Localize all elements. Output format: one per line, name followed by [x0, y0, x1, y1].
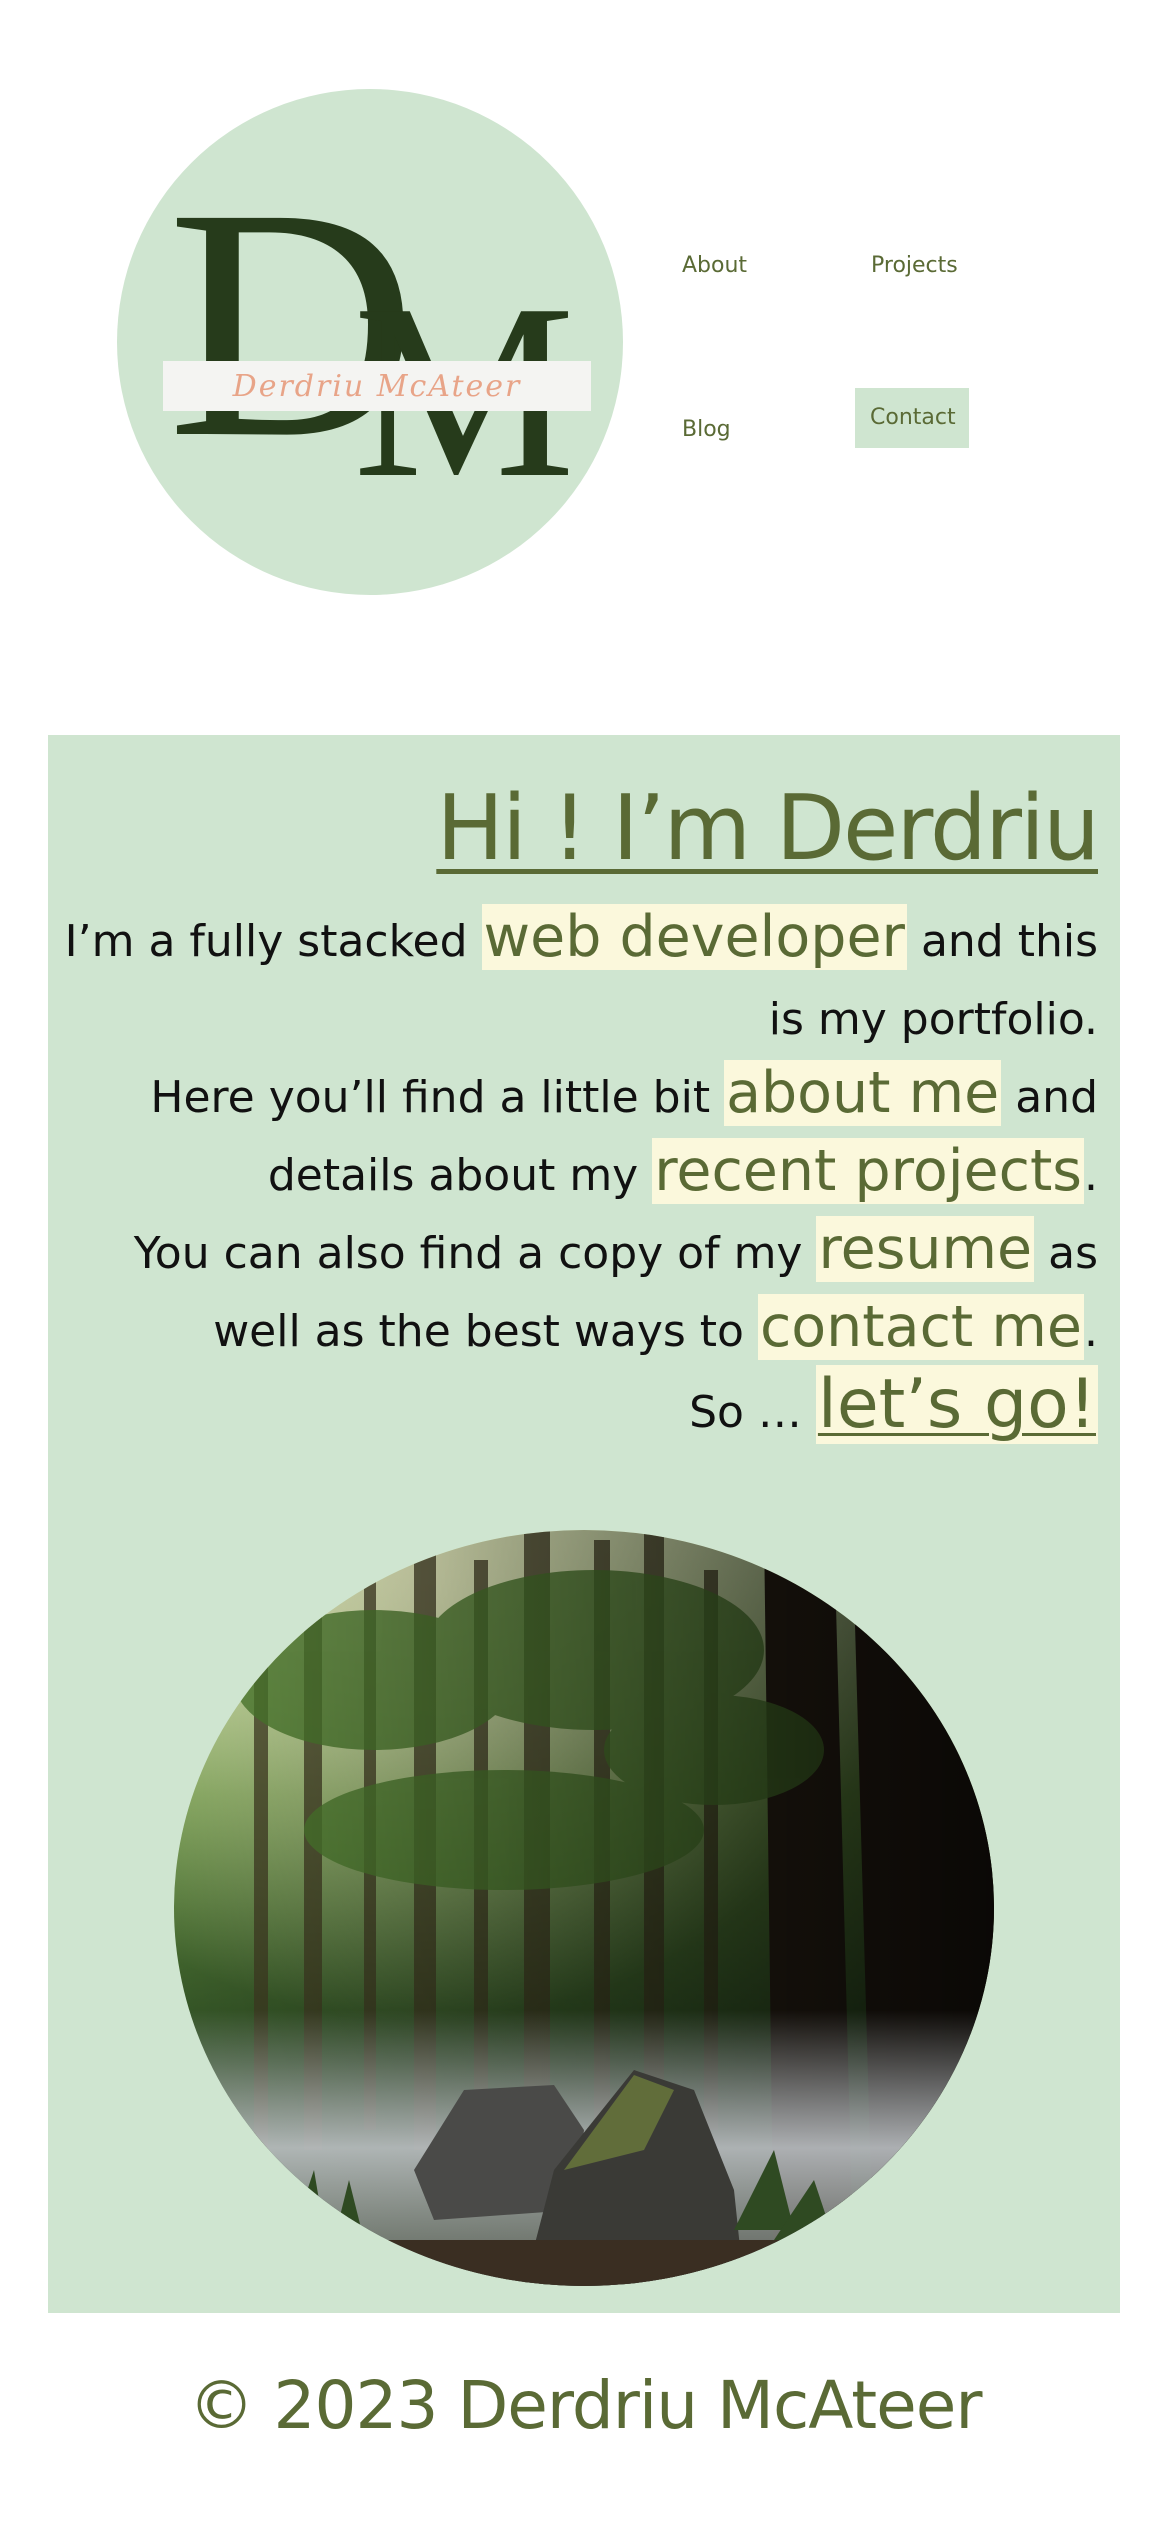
nav-link-contact[interactable]: Contact	[855, 388, 969, 448]
logo-script-name: Derdriu McAteer	[232, 368, 522, 404]
intro-line: So … let’s go!	[58, 1365, 1098, 1452]
intro-line: Here you’ll find a little bit about me a…	[58, 1059, 1098, 1137]
forest-illustration	[174, 1530, 994, 2286]
intro-line: well as the best ways to contact me.	[58, 1293, 1098, 1371]
intro-text: .	[1084, 1150, 1098, 1201]
web-developer-link[interactable]: web developer	[481, 904, 907, 970]
hero-section: Hi ! I’m Derdriu I’m a fully stacked web…	[48, 735, 1120, 2313]
intro-line: You can also find a copy of my resume as	[58, 1215, 1098, 1293]
intro-line: I’m a fully stacked web developer and th…	[58, 903, 1098, 981]
footer: © 2023 Derdriu McAteer	[0, 2345, 1170, 2465]
header: D M Derdriu McAteer About Projects Blog …	[0, 0, 1170, 700]
about-me-link[interactable]: about me	[724, 1060, 1002, 1126]
logo-name-banner: Derdriu McAteer	[163, 361, 591, 411]
nav-link-blog[interactable]: Blog	[666, 404, 747, 456]
intro-text: So …	[689, 1387, 816, 1438]
intro-text: .	[1084, 1306, 1098, 1357]
intro-text: details about my	[267, 1150, 653, 1201]
forest-image	[174, 1530, 994, 2286]
intro-text: and	[1001, 1072, 1098, 1123]
logo[interactable]: D M Derdriu McAteer	[117, 89, 623, 595]
intro-text: Here you’ll find a little bit	[150, 1072, 725, 1123]
intro-text: I’m a fully stacked	[64, 916, 482, 967]
resume-link[interactable]: resume	[816, 1216, 1035, 1282]
intro-text: You can also find a copy of my	[133, 1228, 817, 1279]
intro-paragraph: I’m a fully stacked web developer and th…	[58, 903, 1098, 1452]
intro-text: as	[1034, 1228, 1098, 1279]
nav-link-projects[interactable]: Projects	[855, 240, 974, 292]
intro-line: is my portfolio.	[58, 981, 1098, 1059]
intro-text: is my portfolio.	[768, 994, 1098, 1045]
nav-link-about[interactable]: About	[666, 240, 763, 292]
recent-projects-link[interactable]: recent projects	[652, 1138, 1084, 1204]
contact-me-link[interactable]: contact me	[757, 1294, 1084, 1360]
intro-line: details about my recent projects.	[58, 1137, 1098, 1215]
copyright-text: © 2023 Derdriu McAteer	[188, 2366, 983, 2444]
intro-text: and this	[906, 916, 1098, 967]
lets-go-link[interactable]: let’s go!	[815, 1365, 1098, 1444]
logo-monogram: D M	[117, 89, 623, 595]
intro-text: well as the best ways to	[213, 1306, 758, 1357]
hero-title: Hi ! I’m Derdriu	[436, 776, 1100, 881]
